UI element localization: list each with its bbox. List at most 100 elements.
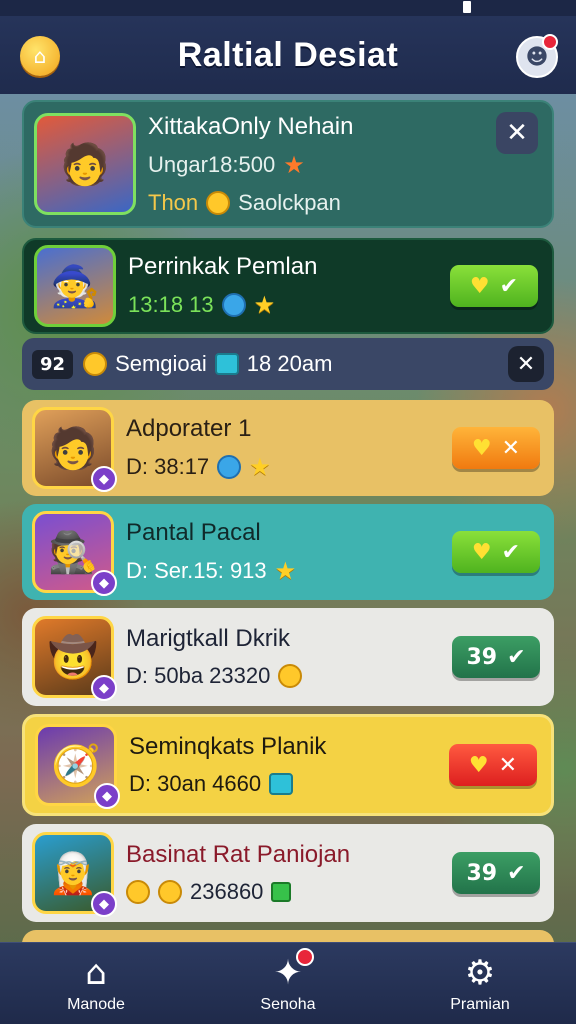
close-icon: ✕ <box>516 351 536 377</box>
featured-reward-row: Thon Saolckpan <box>148 190 496 216</box>
star-icon: ★ <box>249 453 271 481</box>
item-stat-row: D: Ser.15: 913 ★ <box>126 557 452 586</box>
item-info: Adporater 1 D: 38:17 ★ <box>126 415 452 482</box>
decline-button[interactable]: ♥ ✕ <box>452 427 540 469</box>
close-button[interactable]: ✕ <box>508 346 544 382</box>
item-info: Seminqkats Planik D: 30an 4660 <box>129 733 449 797</box>
claim-button[interactable]: 39 ✔ <box>452 852 540 894</box>
item-stat-row: D: 50ba 23320 <box>126 663 452 689</box>
close-icon: ✕ <box>506 118 528 148</box>
featured-stat-row: Ungar18:500 ★ <box>148 151 496 180</box>
claim-count: 39 <box>466 644 498 670</box>
hero-icon: 🧑 <box>48 425 98 472</box>
list-item[interactable]: 🧑 ◆ Adporater 1 D: 38:17 ★ ♥ ✕ <box>22 400 554 496</box>
hero-icon: 🧝 <box>48 850 98 897</box>
nav-settings-label: Pramian <box>450 995 510 1013</box>
featured-card[interactable]: 🧑 XittakaOnly Nehain Ungar18:500 ★ Thon … <box>22 100 554 228</box>
gift-icon <box>214 353 239 375</box>
highlight-stat-row: 13:18 13 ★ <box>128 291 450 320</box>
avatar: 🤠 ◆ <box>32 616 117 701</box>
check-icon: ✔ <box>499 273 519 299</box>
accept-button[interactable]: ♥ ✔ <box>450 265 538 307</box>
strip-time: 18 20am <box>246 351 333 376</box>
nav-social-label: Senoha <box>260 995 316 1013</box>
claim-button[interactable]: 39 ✔ <box>452 636 540 678</box>
highlight-card[interactable]: 🧙 Perrinkak Pemlan 13:18 13 ★ ♥ ✔ <box>22 238 554 334</box>
highlight-stat: 13:18 13 <box>128 292 214 317</box>
item-stat-row: 236860 <box>126 879 452 905</box>
list-item[interactable]: 🤠 ◆ Marigtkall Dkrik D: 50ba 23320 39 ✔ <box>22 608 554 706</box>
item-stat-row: D: 30an 4660 <box>129 771 449 797</box>
item-stat: D: 50ba 23320 <box>126 663 271 688</box>
battery-icon <box>463 1 471 13</box>
hero-icon: 🧙 <box>50 263 100 310</box>
home-icon: ⌂ <box>33 44 47 68</box>
nav-home[interactable]: ⌂ Manode <box>36 954 156 1014</box>
featured-reward-detail: Saolckpan <box>238 189 341 215</box>
avatar: 🧙 <box>34 245 116 327</box>
header: ⌂ Raltial Desiat ☻ <box>0 16 576 94</box>
hero-icon: 🕵 <box>48 529 98 576</box>
item-name: Basinat Rat Paniojan <box>126 841 351 868</box>
hero-icon: 🤠 <box>48 634 98 681</box>
close-icon: ✕ <box>501 435 521 461</box>
item-name: Seminqkats Planik <box>129 733 327 760</box>
bubble-icon <box>221 293 246 317</box>
coin-icon <box>278 664 303 688</box>
item-stat: 236860 <box>190 879 264 904</box>
check-icon: ✔ <box>507 860 526 886</box>
close-icon: ✕ <box>498 752 518 778</box>
coin-icon <box>126 880 150 904</box>
list-item[interactable]: 🧭 ◆ Seminqkats Planik D: 30an 4660 ♥ ✕ <box>22 714 554 816</box>
item-name: Pantal Pacal <box>126 518 261 546</box>
item-name: Marigtkall Dkrik <box>126 625 291 652</box>
notification-dot <box>296 947 314 966</box>
item-stat: D: 38:17 <box>126 454 210 479</box>
gem-icon <box>271 882 292 902</box>
avatar: 🕵 ◆ <box>32 511 117 596</box>
item-name: Adporater 1 <box>126 414 252 442</box>
avatar: 🧑 <box>34 113 136 215</box>
featured-stat: Ungar18:500 <box>148 152 276 177</box>
profile-button[interactable]: ☻ <box>516 34 558 78</box>
avatar: 🧑 ◆ <box>32 407 117 492</box>
star-icon: ★ <box>253 291 276 319</box>
heart-icon: ♥ <box>468 752 489 778</box>
highlight-info: Perrinkak Pemlan 13:18 13 ★ <box>128 253 450 320</box>
list-item[interactable]: 🕵 ◆ Pantal Pacal D: Ser.15: 913 ★ ♥ ✔ <box>22 504 554 600</box>
bubble-icon <box>217 455 242 479</box>
item-stat-row: D: 38:17 ★ <box>126 453 452 482</box>
info-strip: 92 Semgioai 18 20am ✕ <box>22 338 554 390</box>
highlight-name: Perrinkak Pemlan <box>128 252 318 280</box>
nav-settings[interactable]: ⚙ Pramian <box>420 954 540 1014</box>
accept-button[interactable]: ♥ ✔ <box>452 531 540 573</box>
check-icon: ✔ <box>501 539 521 565</box>
heart-icon: ♥ <box>471 435 492 461</box>
featured-reward: Thon <box>148 189 199 215</box>
item-info: Pantal Pacal D: Ser.15: 913 ★ <box>126 519 452 586</box>
home-button[interactable]: ⌂ <box>20 36 60 76</box>
home-icon: ⌂ <box>85 952 107 993</box>
item-stat: D: 30an 4660 <box>129 771 262 796</box>
hero-icon: 🧭 <box>51 742 101 789</box>
star-icon: ★ <box>274 557 297 585</box>
chest-icon <box>269 773 294 795</box>
strip-text: Semgioai 18 20am <box>83 351 508 377</box>
nav-home-label: Manode <box>67 995 125 1013</box>
decline-button[interactable]: ♥ ✕ <box>449 744 537 786</box>
item-info: Basinat Rat Paniojan 236860 <box>126 841 452 905</box>
check-icon: ✔ <box>507 644 526 670</box>
hero-icon: 🧑 <box>60 141 110 188</box>
badge-icon: ◆ <box>91 891 117 917</box>
list-item[interactable]: 🧝 ◆ Basinat Rat Paniojan 236860 39 ✔ <box>22 824 554 922</box>
close-button[interactable]: ✕ <box>496 112 538 154</box>
heart-icon: ♥ <box>471 539 492 565</box>
avatar: 🧝 ◆ <box>32 832 117 917</box>
badge-icon: ◆ <box>91 466 117 492</box>
badge-icon: ◆ <box>91 570 117 596</box>
avatar: 🧭 ◆ <box>35 724 120 809</box>
coin-icon <box>83 352 108 376</box>
strip-label: Semgioai <box>115 351 207 376</box>
nav-social[interactable]: ✦ Senoha <box>228 947 348 1014</box>
item-stat: D: Ser.15: 913 <box>126 558 267 583</box>
